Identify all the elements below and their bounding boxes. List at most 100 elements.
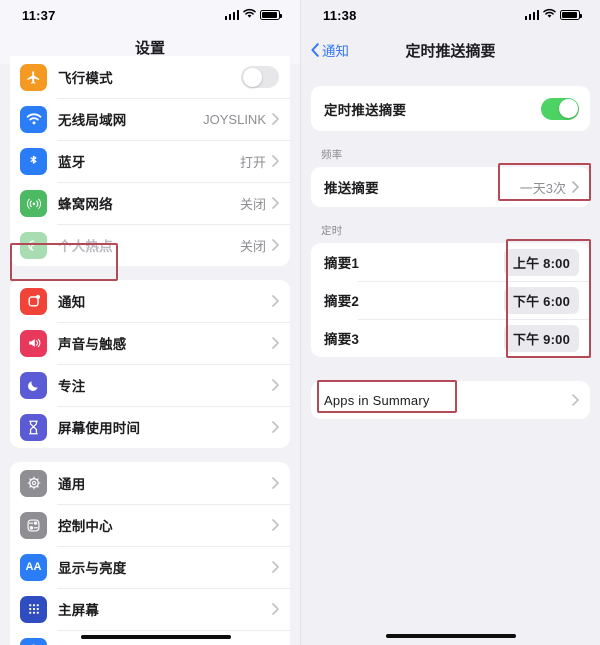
scheduled-summary-toggle-row[interactable]: 定时推送摘要 [311,86,590,131]
settings-group-system: 通用 控制中心 AA 显示与亮度 主屏幕 [10,462,290,645]
settings-row-sound-haptics[interactable]: 声音与触感 [10,322,290,364]
settings-row-display-brightness[interactable]: AA 显示与亮度 [10,546,290,588]
settings-row-label: 屏幕使用时间 [58,421,141,436]
chevron-right-icon [272,113,279,125]
settings-row-label: 声音与触感 [58,337,127,352]
display-brightness-icon: AA [20,553,47,581]
scheduled-summary-toggle[interactable] [541,97,579,120]
settings-row-personal-hotspot[interactable]: 个人热点 关闭 [10,224,290,266]
schedule-row[interactable]: 摘要2 下午 6:00 [311,281,590,319]
schedule-row[interactable]: 摘要3 下午 9:00 [311,319,590,357]
aa-glyph: AA [25,560,42,573]
settings-row-label: 通知 [58,295,86,310]
left-status-bar: 11:37 [0,0,300,30]
chevron-right-icon [572,394,579,406]
airplane-icon [20,63,47,91]
chevron-right-icon [272,379,279,391]
cellular-signal-icon [524,10,539,20]
chevron-right-icon [272,239,279,251]
page-title: 设置 [134,39,165,57]
settings-row-wifi[interactable]: 无线局域网 JOYSLINK [10,98,290,140]
right-nav-bar: 通知 定时推送摘要 [301,30,600,70]
cellular-signal-icon [224,10,239,20]
settings-row-label: 无线局域网 [58,113,127,128]
settings-row-general[interactable]: 通用 [10,462,290,504]
settings-row-label: 蓝牙 [58,155,86,170]
scheduled-summary-label: 定时推送摘要 [324,102,407,118]
settings-row-label: 主屏幕 [58,603,100,618]
apps-in-summary-card: Apps in Summary [311,381,590,419]
schedule-time-pill[interactable]: 上午 8:00 [503,248,579,276]
focus-moon-icon [20,371,47,399]
settings-row-label: 控制中心 [58,519,113,534]
settings-row-value: JOYSLINK [203,111,266,127]
settings-row-label: 显示与亮度 [58,561,127,576]
frequency-card: 推送摘要 一天3次 [311,167,590,207]
back-button-label: 通知 [322,44,349,59]
summary-frequency-row[interactable]: 推送摘要 一天3次 [311,167,590,207]
settings-row-label: 蜂窝网络 [58,197,113,212]
airplane-mode-toggle[interactable] [241,66,279,88]
chevron-right-icon [272,197,279,209]
cellular-icon [20,189,47,217]
right-status-bar: 11:38 [301,0,600,30]
settings-row-focus[interactable]: 专注 [10,364,290,406]
settings-row-label: 专注 [58,379,86,394]
settings-row-screen-time[interactable]: 屏幕使用时间 [10,406,290,448]
schedule-row-label: 摘要2 [324,294,360,309]
settings-group-connectivity: 飞行模式 无线局域网 JOYSLINK 蓝牙 打开 蜂窝网络 关闭 个人热点 关… [10,56,290,266]
sound-haptics-icon [20,329,47,357]
chevron-right-icon [272,477,279,489]
settings-row-label: 飞行模式 [58,71,113,86]
bluetooth-icon [20,147,47,175]
hotspot-icon [20,231,47,259]
schedule-card: 摘要1 上午 8:00 摘要2 下午 6:00 摘要3 下午 9:00 [311,243,590,357]
chevron-right-icon [272,337,279,349]
settings-row-bluetooth[interactable]: 蓝牙 打开 [10,140,290,182]
settings-row-value: 打开 [239,154,266,170]
settings-row-airplane-mode[interactable]: 飞行模式 [10,56,290,98]
apps-in-summary-label: Apps in Summary [324,392,430,408]
settings-row-control-center[interactable]: 控制中心 [10,504,290,546]
settings-row-label: 通用 [58,477,86,492]
settings-group-notifications: 通知 声音与触感 专注 屏幕使用时间 [10,280,290,448]
chevron-right-icon [272,603,279,615]
schedule-row-label: 摘要3 [324,332,360,347]
schedule-time-pill[interactable]: 下午 9:00 [503,324,579,352]
right-phone-scheduled-summary-screen: 11:38 通知 定时推送摘要 定时推送摘要 频率 推送摘要 一天3次 定时 摘… [300,0,600,645]
notifications-icon [20,287,47,315]
chevron-right-icon [272,155,279,167]
battery-icon [560,10,582,20]
screen-time-icon [20,413,47,441]
home-indicator [385,634,516,638]
settings-row-notifications[interactable]: 通知 [10,280,290,322]
settings-row-label: 辅助功能 [58,641,272,645]
schedule-row[interactable]: 摘要1 上午 8:00 [311,243,590,281]
status-icons [524,6,582,24]
back-button[interactable]: 通知 [311,40,349,60]
settings-row-cellular[interactable]: 蜂窝网络 关闭 [10,182,290,224]
status-icons [224,6,282,24]
chevron-right-icon [272,295,279,307]
chevron-right-icon [272,421,279,433]
home-indicator [81,635,231,639]
chevron-left-icon [311,43,319,57]
page-title: 定时推送摘要 [405,42,496,60]
right-settings-scroll[interactable]: 定时推送摘要 频率 推送摘要 一天3次 定时 摘要1 上午 8:00 摘要2 下… [301,70,600,645]
settings-row-home-screen[interactable]: 主屏幕 [10,588,290,630]
settings-row-label: 个人热点 [58,239,113,254]
gear-icon [20,469,47,497]
home-screen-icon [20,595,47,623]
wifi-icon [543,6,556,24]
settings-row-value: 关闭 [239,238,266,254]
schedule-row-label: 摘要1 [324,256,360,271]
accessibility-icon [20,637,47,645]
settings-row-value: 关闭 [239,196,266,212]
status-time: 11:38 [323,7,357,23]
status-time: 11:37 [22,7,56,23]
left-settings-scroll[interactable]: 飞行模式 无线局域网 JOYSLINK 蓝牙 打开 蜂窝网络 关闭 个人热点 关… [0,56,300,645]
schedule-time-pill[interactable]: 下午 6:00 [503,286,579,314]
apps-in-summary-row[interactable]: Apps in Summary [311,381,590,419]
